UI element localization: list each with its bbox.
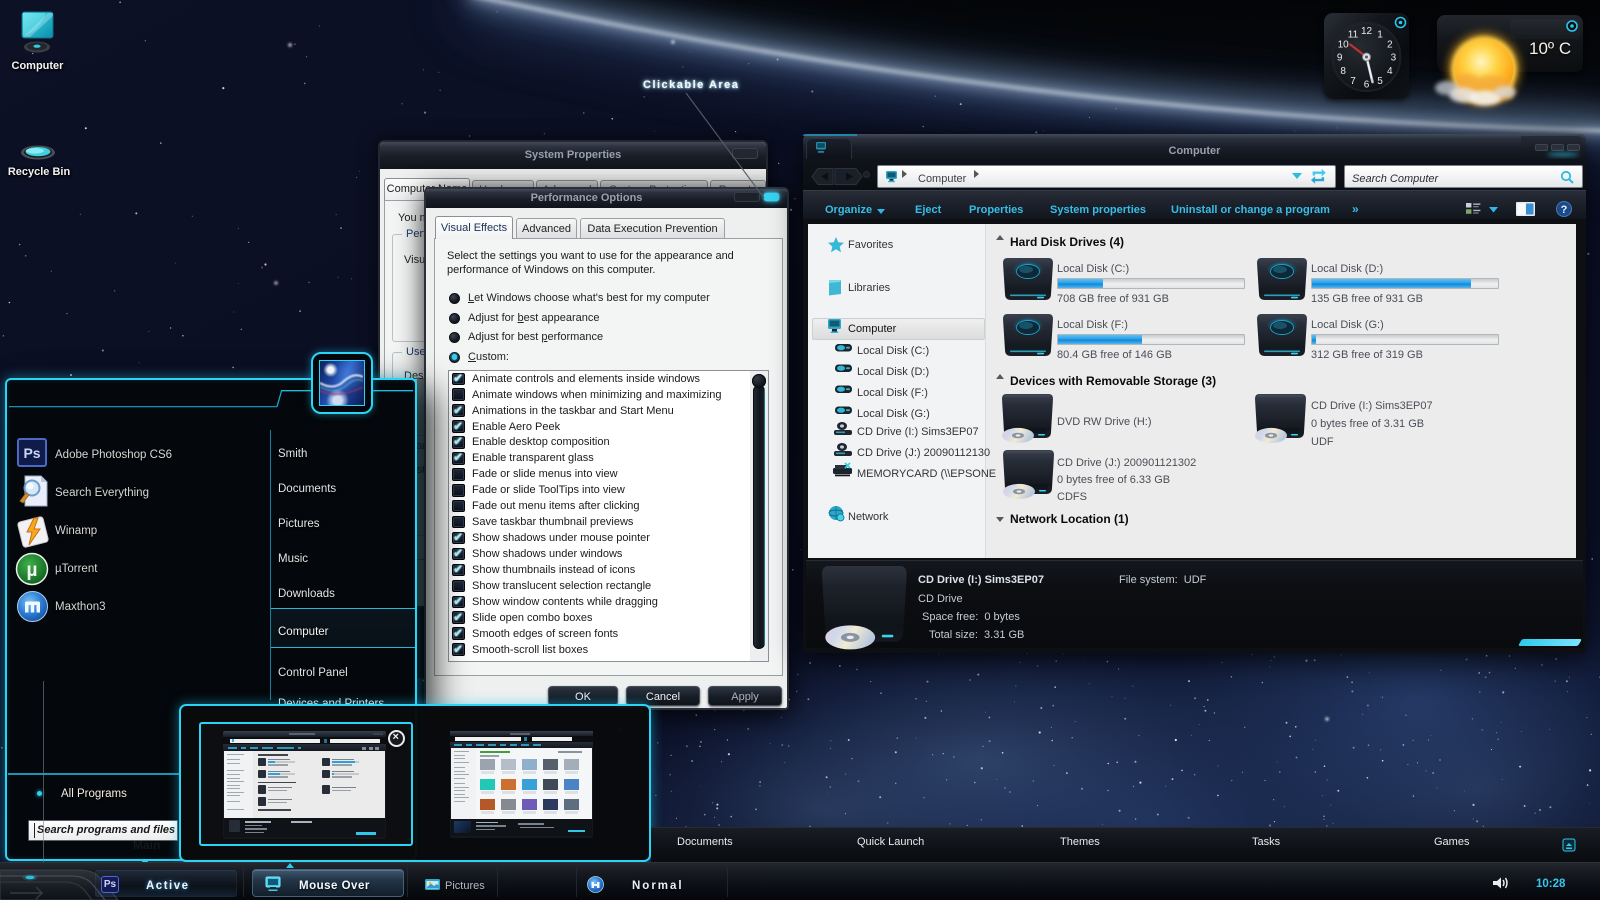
svg-text:8: 8 [1340, 66, 1346, 77]
svg-text:1: 1 [1377, 30, 1383, 41]
svg-text:µ: µ [27, 560, 38, 581]
svg-text:4: 4 [1387, 66, 1393, 77]
svg-text:12: 12 [1361, 26, 1373, 37]
svg-text:7: 7 [1350, 76, 1356, 87]
svg-text:6: 6 [1364, 79, 1370, 90]
svg-text:2: 2 [1387, 39, 1393, 50]
svg-text:5: 5 [1377, 76, 1383, 87]
svg-text:?: ? [1561, 204, 1568, 216]
svg-text:10: 10 [1338, 39, 1350, 50]
svg-text:11: 11 [1348, 30, 1359, 41]
svg-text:9: 9 [1337, 53, 1343, 64]
svg-text:3: 3 [1391, 53, 1397, 64]
svg-text:Ps: Ps [23, 445, 40, 461]
